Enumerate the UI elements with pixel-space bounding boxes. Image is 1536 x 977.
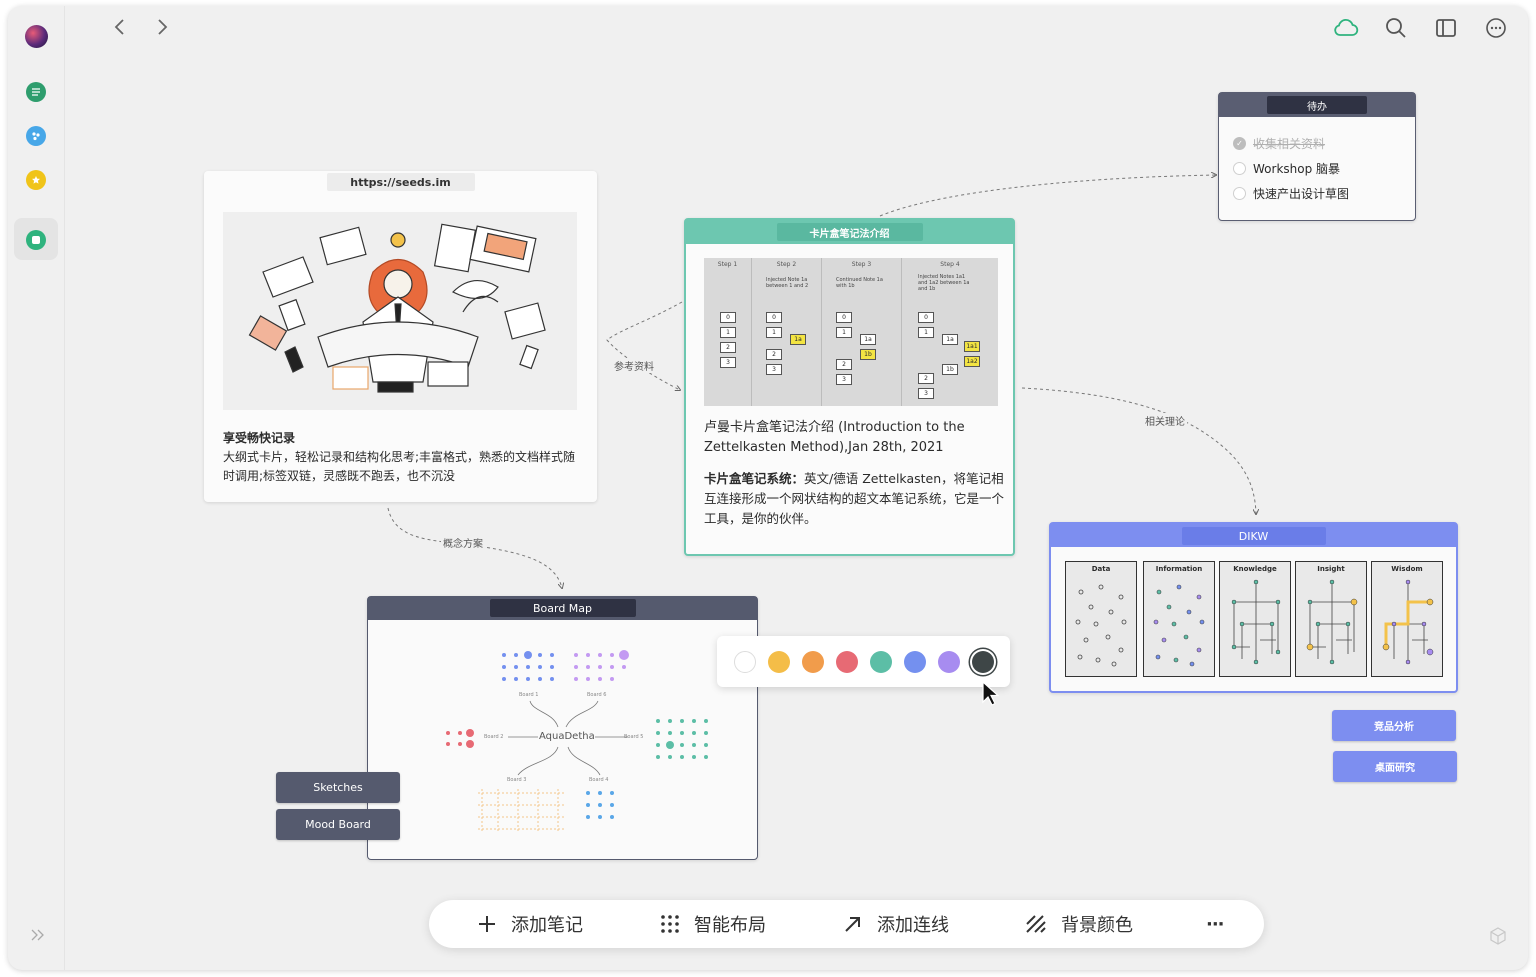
stripes-icon [1026, 915, 1046, 933]
back-button[interactable] [109, 16, 131, 38]
dikw-diagram: Data Information Knowledge Insight Wisdo… [1061, 557, 1448, 681]
checked-icon[interactable]: ✓ [1233, 137, 1246, 150]
color-palette [717, 636, 1010, 687]
color-swatch-dark[interactable] [972, 651, 994, 673]
todo-item[interactable]: ✓ 收集相关资料 [1233, 135, 1325, 152]
arrow-up-right-icon [845, 917, 860, 932]
search-icon[interactable] [1384, 16, 1408, 40]
color-swatch-purple[interactable] [938, 651, 960, 673]
todo-card[interactable]: 待办 ✓ 收集相关资料 Workshop 脑暴 快速产出设计草图 [1218, 92, 1416, 221]
color-swatch-white[interactable] [734, 651, 756, 673]
sync-cloud-icon[interactable] [1333, 16, 1359, 40]
board-icon[interactable] [26, 230, 46, 250]
board-label: Board 6 [587, 692, 607, 698]
cursor-icon [982, 680, 1002, 711]
board-label: Board 2 [484, 734, 504, 740]
add-link-button[interactable]: 添加连线 [843, 900, 949, 948]
color-swatch-red[interactable] [836, 651, 858, 673]
double-chevron-right-icon[interactable] [30, 926, 46, 945]
dikw-panel-insight: Insight [1295, 561, 1367, 677]
color-swatch-teal[interactable] [870, 651, 892, 673]
color-swatch-blue[interactable] [904, 651, 926, 673]
toolbar-more-button[interactable]: ··· [1206, 900, 1224, 948]
dikw-panel-data: Data [1065, 561, 1137, 677]
dikw-panel-knowledge: Knowledge [1219, 561, 1291, 677]
zk-step-4: Step 4 Injected Notes 1a1 and 1a2 betwee… [902, 258, 998, 406]
sidebar [8, 6, 65, 970]
smart-layout-button[interactable]: 智能布局 [660, 900, 766, 948]
zettelkasten-title: 卢曼卡片盒笔记法介绍 (Introduction to the Zettelka… [704, 420, 965, 455]
board-label: Board 5 [624, 734, 644, 740]
panel-icon[interactable] [1434, 16, 1458, 40]
seeds-title: 享受畅快记录 [223, 431, 296, 445]
color-swatch-orange[interactable] [802, 651, 824, 673]
board-map-center[interactable]: AquaDetha [539, 731, 595, 742]
seeds-card[interactable]: https://seeds.im 享受畅快记录 大纲式卡片，轻松记录和结构化思考… [204, 171, 597, 502]
board-label: Board 4 [589, 777, 609, 783]
seeds-tag[interactable]: https://seeds.im [326, 173, 475, 191]
zettelkasten-diagram: Step 1 0 1 2 3 Step 2 Injected Note 1a b… [704, 258, 998, 406]
plus-icon [479, 916, 495, 932]
sketches-button[interactable]: Sketches [276, 772, 400, 803]
seeds-body: 大纲式卡片，轻松记录和结构化思考;丰富格式，熟悉的文档样式随时调用;标签双链，灵… [223, 450, 576, 483]
zettelkasten-body: 卡片盒笔记系统：英文/德语 Zettelkasten，将笔记相互连接形成一个网状… [704, 471, 1005, 526]
grid-dots-icon [661, 915, 679, 933]
link-label-theory[interactable]: 相关理论 [1143, 413, 1187, 428]
forward-button[interactable] [151, 16, 173, 38]
link-label-concept[interactable]: 概念方案 [441, 535, 485, 550]
outline-icon[interactable] [26, 82, 46, 102]
star-icon[interactable] [26, 170, 46, 190]
dikw-panel-information: Information [1143, 561, 1215, 677]
link-label-ref[interactable]: 参考资料 [612, 358, 656, 373]
board-label: Board 1 [519, 692, 539, 698]
seeds-illustration [223, 212, 577, 410]
graph-icon[interactable] [26, 126, 46, 146]
background-color-button[interactable]: 背景颜色 [1025, 900, 1133, 948]
desk-research-button[interactable]: 桌面研究 [1333, 751, 1457, 782]
more-icon[interactable] [1484, 16, 1508, 40]
todo-item[interactable]: 快速产出设计草图 [1233, 185, 1349, 202]
bottom-toolbar: 添加笔记 智能布局 添加连线 背景颜色 ··· [429, 900, 1264, 948]
todo-tag[interactable]: 待办 [1267, 96, 1367, 114]
checkbox[interactable] [1233, 162, 1246, 175]
checkbox[interactable] [1233, 187, 1246, 200]
color-swatch-yellow[interactable] [768, 651, 790, 673]
workspace-avatar[interactable] [25, 25, 48, 48]
dikw-card[interactable]: DIKW Data Information Knowledge Insight … [1049, 522, 1458, 693]
board-map-diagram [446, 650, 708, 831]
zettelkasten-tag[interactable]: 卡片盒笔记法介绍 [776, 223, 923, 241]
zettelkasten-card[interactable]: 卡片盒笔记法介绍 Step 1 0 1 2 3 Step 2 Injected … [684, 218, 1015, 556]
zk-step-2: Step 2 Injected Note 1a between 1 and 2 … [752, 258, 822, 406]
mood-board-button[interactable]: Mood Board [276, 809, 400, 840]
zk-step-1: Step 1 0 1 2 3 [704, 258, 752, 406]
board-map-card[interactable]: Board Map AquaDetha Board 1 Board 6 Boar… [367, 596, 758, 860]
zk-step-3: Step 3 Continued Note 1a with 1b 0 1 1a … [822, 258, 902, 406]
add-note-button[interactable]: 添加笔记 [477, 900, 583, 948]
competitor-analysis-button[interactable]: 竞品分析 [1332, 710, 1456, 741]
todo-item[interactable]: Workshop 脑暴 [1233, 160, 1340, 177]
cube-icon[interactable] [1488, 926, 1508, 950]
dikw-panel-wisdom: Wisdom [1371, 561, 1443, 677]
board-label: Board 3 [507, 777, 527, 783]
dikw-tag[interactable]: DIKW [1181, 527, 1326, 545]
